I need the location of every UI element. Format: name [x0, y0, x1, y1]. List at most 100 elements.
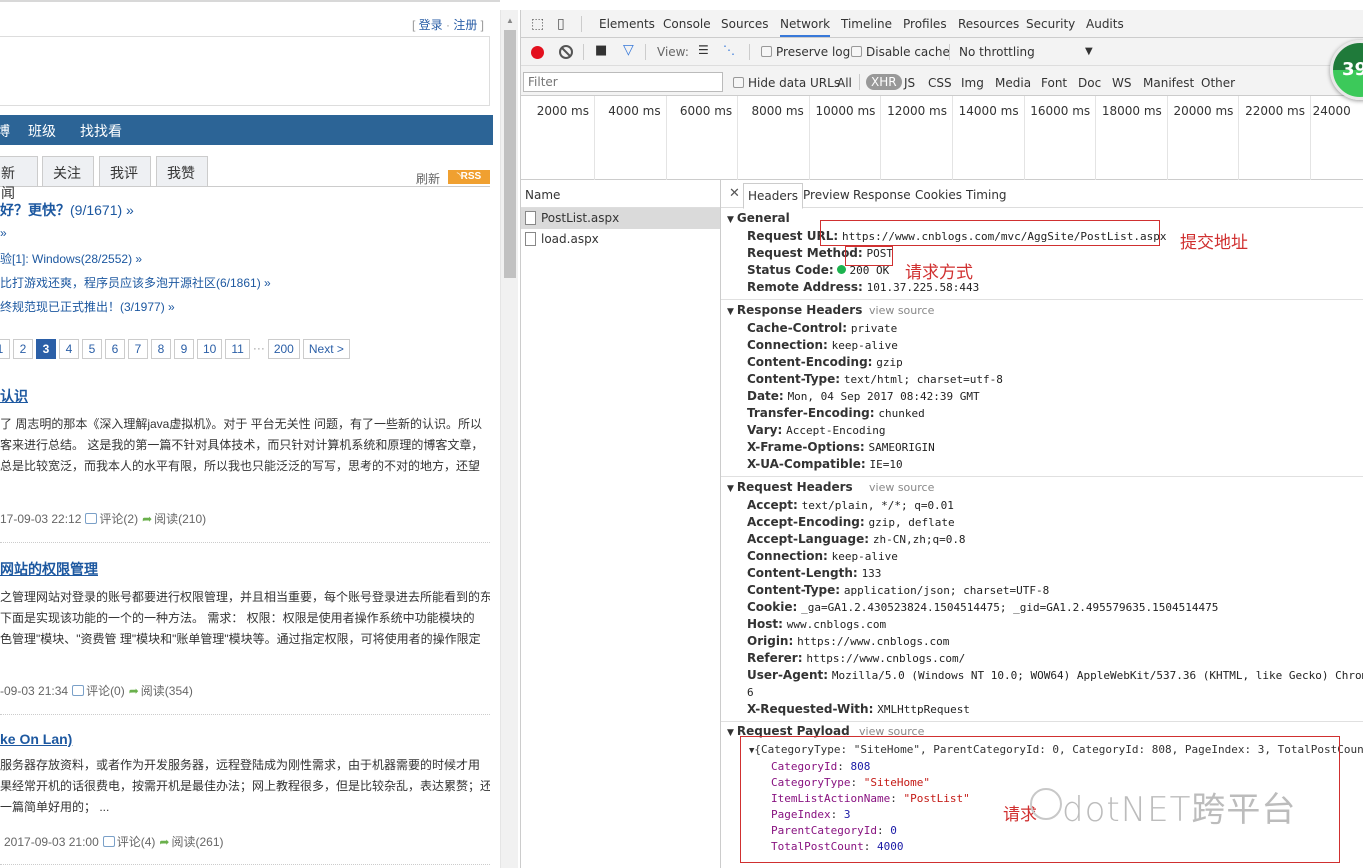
- page-10[interactable]: 10: [197, 339, 223, 359]
- post-title[interactable]: ke On Lan): [0, 731, 490, 747]
- filter-type-css[interactable]: CSS: [928, 76, 952, 90]
- reads-link[interactable]: 阅读(354): [141, 684, 193, 698]
- request-row-load[interactable]: load.aspx: [521, 229, 720, 250]
- hot-item[interactable]: 终规范现已正式推出！(3/1977) »: [0, 298, 490, 316]
- inspect-element-icon[interactable]: ⬚: [531, 16, 544, 32]
- page-5[interactable]: 5: [82, 339, 102, 359]
- hide-data-urls-checkbox[interactable]: Hide data URLs: [733, 76, 840, 90]
- tab-my-comments[interactable]: 我评: [99, 156, 151, 186]
- scroll-up-arrow-icon[interactable]: ▲: [506, 16, 514, 25]
- nav-item-class[interactable]: 班级: [28, 121, 56, 141]
- throttling-select[interactable]: No throttling: [959, 45, 1035, 59]
- request-headers-toggle[interactable]: ▼ Request Headers: [727, 480, 853, 494]
- response-headers-toggle[interactable]: ▼ Response Headers: [727, 303, 862, 317]
- hot-item[interactable]: »: [0, 226, 490, 244]
- close-icon[interactable]: ✕: [729, 186, 740, 201]
- detail-tab-cookies[interactable]: Cookies: [915, 188, 962, 202]
- nav-item-0[interactable]: 博: [0, 121, 10, 141]
- detail-tab-headers[interactable]: Headers: [743, 183, 803, 209]
- panel-tab-audits[interactable]: Audits: [1086, 17, 1124, 31]
- comments-link[interactable]: 评论(2): [99, 512, 138, 526]
- filter-input[interactable]: [523, 72, 723, 92]
- disable-cache-checkbox[interactable]: Disable cache: [851, 45, 950, 59]
- detail-tab-preview[interactable]: Preview: [803, 188, 850, 202]
- throttling-dropdown-icon[interactable]: ▼: [1085, 46, 1093, 57]
- panel-tab-sources[interactable]: Sources: [721, 17, 768, 31]
- register-link[interactable]: 注册: [453, 18, 477, 32]
- filter-type-font[interactable]: Font: [1041, 76, 1067, 90]
- page-8[interactable]: 8: [151, 339, 171, 359]
- main-nav: 博 班级 找找看: [0, 115, 493, 145]
- filter-type-xhr[interactable]: XHR: [866, 74, 902, 90]
- filter-type-img[interactable]: Img: [961, 76, 984, 90]
- comments-link[interactable]: 评论(4): [117, 835, 156, 849]
- record-icon[interactable]: [531, 46, 544, 59]
- panel-tab-security[interactable]: Security: [1026, 17, 1075, 31]
- panel-tab-profiles[interactable]: Profiles: [903, 17, 947, 31]
- read-arrow-icon: ➦: [142, 512, 153, 526]
- general-section-toggle[interactable]: ▼ General: [727, 211, 790, 225]
- page-scrollbar[interactable]: ▲: [500, 10, 518, 868]
- capture-screenshots-icon[interactable]: ■: [595, 43, 607, 58]
- device-mode-icon[interactable]: ▯: [557, 16, 565, 32]
- divider: [721, 476, 1363, 477]
- panel-tab-elements[interactable]: Elements: [599, 17, 655, 31]
- filter-type-other[interactable]: Other: [1201, 76, 1235, 90]
- post-title[interactable]: 网站的权限管理: [0, 559, 490, 579]
- preserve-log-checkbox[interactable]: Preserve log: [761, 45, 850, 59]
- tab-news[interactable]: 新闻: [0, 156, 38, 201]
- page-1[interactable]: 1: [0, 339, 10, 359]
- request-list: Name PostList.aspx load.aspx: [521, 180, 721, 868]
- panel-tab-console[interactable]: Console: [663, 17, 711, 31]
- response-view-source-link[interactable]: view source: [869, 304, 934, 317]
- filter-type-ws[interactable]: WS: [1112, 76, 1131, 90]
- page-4[interactable]: 4: [59, 339, 79, 359]
- filter-type-all[interactable]: All: [837, 76, 852, 90]
- network-overview-timeline[interactable]: 2000 ms 4000 ms 6000 ms 8000 ms 10000 ms 1200…: [521, 96, 1363, 180]
- post-summary: 之管理网站对登录的账号都要进行权限管理，并且相当重要，每个账号登录进去所能看到的…: [0, 590, 490, 646]
- request-row-postlist[interactable]: PostList.aspx: [521, 208, 720, 229]
- filter-type-js[interactable]: JS: [904, 76, 915, 90]
- panel-tab-timeline[interactable]: Timeline: [841, 17, 892, 31]
- comments-link[interactable]: 评论(0): [86, 684, 125, 698]
- detail-tab-timing[interactable]: Timing: [966, 188, 1007, 202]
- timeline-tick-label: 12000 ms: [887, 104, 947, 118]
- filter-type-manifest[interactable]: Manifest: [1143, 76, 1194, 90]
- post-title[interactable]: 认识: [0, 386, 490, 406]
- login-link[interactable]: 登录: [419, 18, 443, 32]
- refresh-link[interactable]: 刷新: [416, 170, 440, 187]
- timeline-tick-label: 2000 ms: [536, 104, 589, 118]
- reads-link[interactable]: 阅读(210): [154, 512, 206, 526]
- page-last[interactable]: 200: [267, 339, 300, 359]
- filter-type-media[interactable]: Media: [995, 76, 1031, 90]
- next-page-button[interactable]: Next >: [302, 339, 350, 359]
- hot-item[interactable]: 验[1]: Windows(28/2552) »: [0, 250, 490, 268]
- search-area[interactable]: [0, 36, 490, 106]
- network-toolbar: ■ ▽ View: ☰ ⋱ Preserve log Disable cache…: [521, 38, 1363, 66]
- detail-tab-response[interactable]: Response: [853, 188, 911, 202]
- tab-follow[interactable]: 关注: [42, 156, 94, 186]
- hot-item[interactable]: 比打游戏还爽，程序员应该多泡开源社区(6/1861) »: [0, 274, 490, 292]
- rss-button[interactable]: ◝RSS: [448, 170, 490, 184]
- clear-icon[interactable]: [559, 45, 573, 59]
- request-view-source-link[interactable]: view source: [869, 481, 934, 494]
- filter-funnel-icon[interactable]: ▽: [623, 42, 634, 58]
- overview-waterfall-icon[interactable]: ⋱: [723, 43, 735, 57]
- page-2[interactable]: 2: [13, 339, 33, 359]
- tab-my-likes[interactable]: 我赞: [156, 156, 208, 186]
- separator: [581, 16, 582, 32]
- reads-link[interactable]: 阅读(261): [171, 835, 223, 849]
- panel-tab-resources[interactable]: Resources: [958, 17, 1019, 31]
- panel-tab-network[interactable]: Network: [780, 17, 831, 37]
- filter-type-doc[interactable]: Doc: [1078, 76, 1101, 90]
- page-3-current[interactable]: 3: [36, 339, 56, 359]
- page-6[interactable]: 6: [105, 339, 125, 359]
- large-rows-icon[interactable]: ☰: [698, 43, 709, 57]
- hot-title[interactable]: 好？更快？(9/1671) »: [0, 200, 490, 220]
- name-column-header[interactable]: Name: [521, 180, 720, 208]
- page-11[interactable]: 11: [225, 339, 250, 359]
- scroll-thumb[interactable]: [504, 30, 516, 278]
- page-9[interactable]: 9: [174, 339, 194, 359]
- nav-item-search[interactable]: 找找看: [80, 121, 122, 141]
- page-7[interactable]: 7: [128, 339, 148, 359]
